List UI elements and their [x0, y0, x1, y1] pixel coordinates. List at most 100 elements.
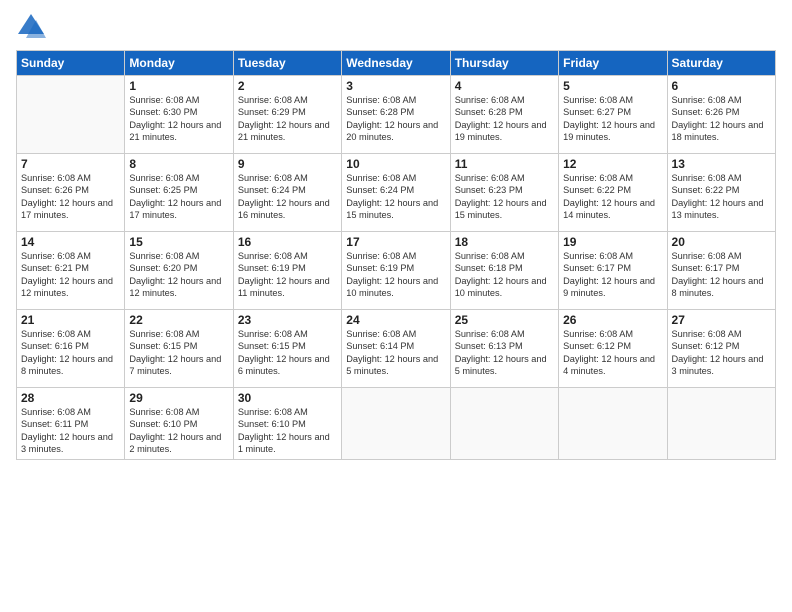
sunset-text: Sunset: 6:21 PM — [21, 263, 89, 273]
sunset-text: Sunset: 6:30 PM — [129, 107, 197, 117]
day-info: Sunrise: 6:08 AM Sunset: 6:10 PM Dayligh… — [238, 406, 337, 456]
sunset-text: Sunset: 6:12 PM — [563, 341, 631, 351]
week-row-1: 1 Sunrise: 6:08 AM Sunset: 6:30 PM Dayli… — [17, 76, 776, 154]
sunrise-text: Sunrise: 6:08 AM — [346, 329, 416, 339]
day-number: 25 — [455, 313, 554, 327]
sunrise-text: Sunrise: 6:08 AM — [455, 329, 525, 339]
calendar-cell: 16 Sunrise: 6:08 AM Sunset: 6:19 PM Dayl… — [233, 232, 341, 310]
sunset-text: Sunset: 6:23 PM — [455, 185, 523, 195]
week-row-2: 7 Sunrise: 6:08 AM Sunset: 6:26 PM Dayli… — [17, 154, 776, 232]
daylight-text: Daylight: 12 hours and 21 minutes. — [129, 120, 221, 142]
daylight-text: Daylight: 12 hours and 17 minutes. — [21, 198, 113, 220]
calendar-cell: 11 Sunrise: 6:08 AM Sunset: 6:23 PM Dayl… — [450, 154, 558, 232]
daylight-text: Daylight: 12 hours and 3 minutes. — [21, 432, 113, 454]
calendar-cell: 22 Sunrise: 6:08 AM Sunset: 6:15 PM Dayl… — [125, 310, 233, 388]
calendar-cell: 23 Sunrise: 6:08 AM Sunset: 6:15 PM Dayl… — [233, 310, 341, 388]
daylight-text: Daylight: 12 hours and 13 minutes. — [672, 198, 764, 220]
sunrise-text: Sunrise: 6:08 AM — [21, 251, 91, 261]
daylight-text: Daylight: 12 hours and 19 minutes. — [563, 120, 655, 142]
day-number: 30 — [238, 391, 337, 405]
day-number: 15 — [129, 235, 228, 249]
sunrise-text: Sunrise: 6:08 AM — [563, 251, 633, 261]
day-info: Sunrise: 6:08 AM Sunset: 6:22 PM Dayligh… — [563, 172, 662, 222]
day-number: 7 — [21, 157, 120, 171]
daylight-text: Daylight: 12 hours and 7 minutes. — [129, 354, 221, 376]
week-row-4: 21 Sunrise: 6:08 AM Sunset: 6:16 PM Dayl… — [17, 310, 776, 388]
sunset-text: Sunset: 6:17 PM — [672, 263, 740, 273]
day-number: 13 — [672, 157, 771, 171]
calendar-header: SundayMondayTuesdayWednesdayThursdayFrid… — [17, 51, 776, 76]
calendar-cell: 18 Sunrise: 6:08 AM Sunset: 6:18 PM Dayl… — [450, 232, 558, 310]
daylight-text: Daylight: 12 hours and 19 minutes. — [455, 120, 547, 142]
calendar-cell — [450, 388, 558, 460]
calendar-cell: 6 Sunrise: 6:08 AM Sunset: 6:26 PM Dayli… — [667, 76, 775, 154]
weekday-friday: Friday — [559, 51, 667, 76]
day-number: 21 — [21, 313, 120, 327]
day-number: 3 — [346, 79, 445, 93]
sunset-text: Sunset: 6:28 PM — [346, 107, 414, 117]
calendar-cell: 2 Sunrise: 6:08 AM Sunset: 6:29 PM Dayli… — [233, 76, 341, 154]
daylight-text: Daylight: 12 hours and 21 minutes. — [238, 120, 330, 142]
day-number: 29 — [129, 391, 228, 405]
daylight-text: Daylight: 12 hours and 16 minutes. — [238, 198, 330, 220]
day-number: 14 — [21, 235, 120, 249]
sunrise-text: Sunrise: 6:08 AM — [346, 173, 416, 183]
weekday-monday: Monday — [125, 51, 233, 76]
day-number: 23 — [238, 313, 337, 327]
sunrise-text: Sunrise: 6:08 AM — [129, 329, 199, 339]
day-info: Sunrise: 6:08 AM Sunset: 6:17 PM Dayligh… — [672, 250, 771, 300]
daylight-text: Daylight: 12 hours and 8 minutes. — [21, 354, 113, 376]
calendar-cell: 30 Sunrise: 6:08 AM Sunset: 6:10 PM Dayl… — [233, 388, 341, 460]
sunset-text: Sunset: 6:29 PM — [238, 107, 306, 117]
sunset-text: Sunset: 6:11 PM — [21, 419, 88, 429]
sunrise-text: Sunrise: 6:08 AM — [672, 329, 742, 339]
sunset-text: Sunset: 6:10 PM — [238, 419, 306, 429]
calendar-cell: 5 Sunrise: 6:08 AM Sunset: 6:27 PM Dayli… — [559, 76, 667, 154]
day-info: Sunrise: 6:08 AM Sunset: 6:24 PM Dayligh… — [346, 172, 445, 222]
day-info: Sunrise: 6:08 AM Sunset: 6:16 PM Dayligh… — [21, 328, 120, 378]
daylight-text: Daylight: 12 hours and 15 minutes. — [346, 198, 438, 220]
calendar-cell: 27 Sunrise: 6:08 AM Sunset: 6:12 PM Dayl… — [667, 310, 775, 388]
day-number: 27 — [672, 313, 771, 327]
day-number: 5 — [563, 79, 662, 93]
day-number: 26 — [563, 313, 662, 327]
daylight-text: Daylight: 12 hours and 9 minutes. — [563, 276, 655, 298]
sunset-text: Sunset: 6:16 PM — [21, 341, 89, 351]
sunset-text: Sunset: 6:26 PM — [21, 185, 89, 195]
day-info: Sunrise: 6:08 AM Sunset: 6:15 PM Dayligh… — [238, 328, 337, 378]
day-info: Sunrise: 6:08 AM Sunset: 6:21 PM Dayligh… — [21, 250, 120, 300]
daylight-text: Daylight: 12 hours and 14 minutes. — [563, 198, 655, 220]
day-info: Sunrise: 6:08 AM Sunset: 6:28 PM Dayligh… — [346, 94, 445, 144]
weekday-thursday: Thursday — [450, 51, 558, 76]
sunset-text: Sunset: 6:25 PM — [129, 185, 197, 195]
calendar-cell: 1 Sunrise: 6:08 AM Sunset: 6:30 PM Dayli… — [125, 76, 233, 154]
day-info: Sunrise: 6:08 AM Sunset: 6:23 PM Dayligh… — [455, 172, 554, 222]
calendar-cell: 15 Sunrise: 6:08 AM Sunset: 6:20 PM Dayl… — [125, 232, 233, 310]
sunset-text: Sunset: 6:24 PM — [346, 185, 414, 195]
day-info: Sunrise: 6:08 AM Sunset: 6:11 PM Dayligh… — [21, 406, 120, 456]
calendar-cell: 24 Sunrise: 6:08 AM Sunset: 6:14 PM Dayl… — [342, 310, 450, 388]
calendar-cell: 3 Sunrise: 6:08 AM Sunset: 6:28 PM Dayli… — [342, 76, 450, 154]
sunrise-text: Sunrise: 6:08 AM — [672, 251, 742, 261]
daylight-text: Daylight: 12 hours and 8 minutes. — [672, 276, 764, 298]
sunset-text: Sunset: 6:26 PM — [672, 107, 740, 117]
sunrise-text: Sunrise: 6:08 AM — [563, 95, 633, 105]
logo-icon — [16, 12, 46, 42]
weekday-row: SundayMondayTuesdayWednesdayThursdayFrid… — [17, 51, 776, 76]
sunset-text: Sunset: 6:27 PM — [563, 107, 631, 117]
calendar-cell: 19 Sunrise: 6:08 AM Sunset: 6:17 PM Dayl… — [559, 232, 667, 310]
sunset-text: Sunset: 6:14 PM — [346, 341, 414, 351]
day-info: Sunrise: 6:08 AM Sunset: 6:18 PM Dayligh… — [455, 250, 554, 300]
calendar-cell: 21 Sunrise: 6:08 AM Sunset: 6:16 PM Dayl… — [17, 310, 125, 388]
calendar-cell: 25 Sunrise: 6:08 AM Sunset: 6:13 PM Dayl… — [450, 310, 558, 388]
sunset-text: Sunset: 6:22 PM — [672, 185, 740, 195]
day-info: Sunrise: 6:08 AM Sunset: 6:13 PM Dayligh… — [455, 328, 554, 378]
day-number: 10 — [346, 157, 445, 171]
sunset-text: Sunset: 6:22 PM — [563, 185, 631, 195]
sunrise-text: Sunrise: 6:08 AM — [129, 95, 199, 105]
day-number: 9 — [238, 157, 337, 171]
day-info: Sunrise: 6:08 AM Sunset: 6:19 PM Dayligh… — [346, 250, 445, 300]
calendar-body: 1 Sunrise: 6:08 AM Sunset: 6:30 PM Dayli… — [17, 76, 776, 460]
day-info: Sunrise: 6:08 AM Sunset: 6:30 PM Dayligh… — [129, 94, 228, 144]
daylight-text: Daylight: 12 hours and 3 minutes. — [672, 354, 764, 376]
